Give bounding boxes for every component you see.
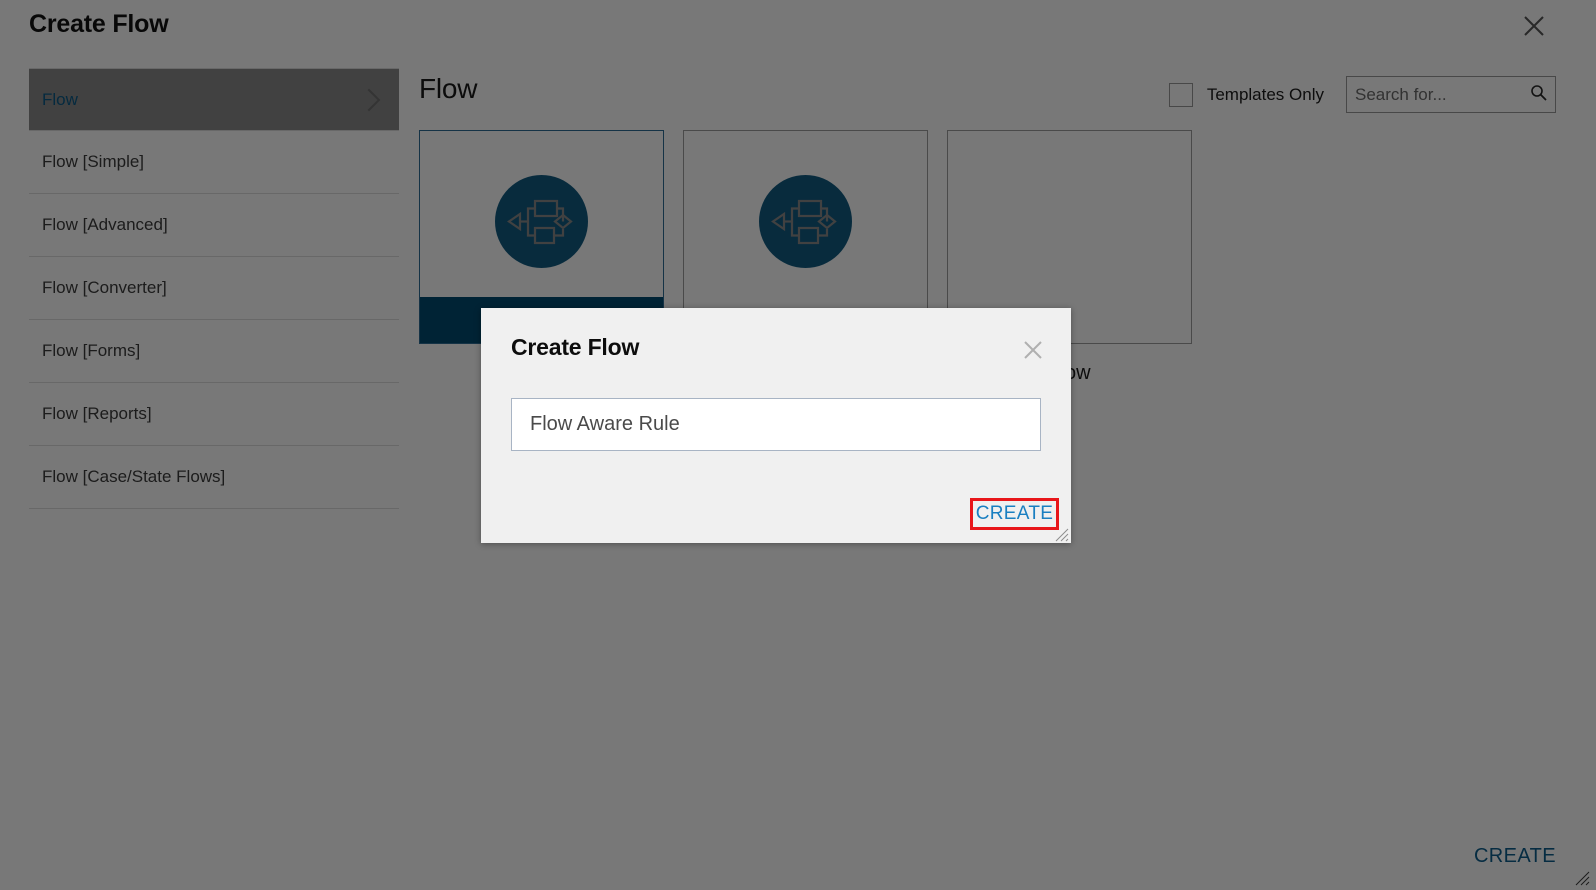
flow-name-field-wrapper — [511, 398, 1041, 451]
flow-name-input[interactable] — [512, 399, 1040, 450]
create-button-highlight: CREATE — [970, 498, 1059, 530]
create-flow-dialog: Create Flow CREATE — [481, 308, 1071, 543]
dialog-title: Create Flow — [511, 334, 640, 360]
resize-grip-icon[interactable] — [1053, 526, 1069, 542]
close-icon[interactable] — [1021, 338, 1045, 362]
create-flow-page: Create Flow Flow Flow [Simple] Flow [Adv… — [0, 0, 1596, 890]
dialog-create-button[interactable]: CREATE — [976, 503, 1053, 525]
